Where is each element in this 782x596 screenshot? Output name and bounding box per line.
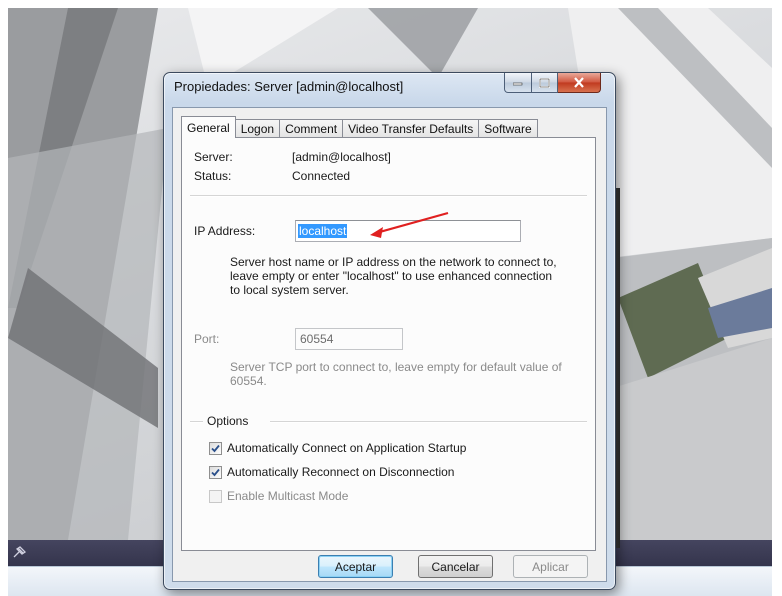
ok-button[interactable]: Aceptar — [318, 555, 393, 578]
port-label: Port: — [194, 332, 220, 346]
minimize-icon — [513, 82, 523, 85]
tab-strip: General Logon Comment Video Transfer Def… — [181, 116, 538, 138]
multicast-label: Enable Multicast Mode — [227, 489, 349, 503]
ip-address-label: IP Address: — [194, 224, 256, 238]
multicast-checkbox[interactable] — [209, 490, 222, 503]
maximize-button[interactable] — [532, 73, 558, 93]
divider — [190, 195, 587, 197]
port-value: 60554 — [300, 332, 334, 346]
port-input[interactable]: 60554 — [295, 328, 403, 350]
apply-button[interactable]: Aplicar — [513, 555, 588, 578]
tab-software[interactable]: Software — [478, 119, 538, 138]
tab-comment[interactable]: Comment — [279, 119, 344, 138]
general-tab-panel: Server: [admin@localhost] Status: Connec… — [181, 137, 596, 551]
status-value: Connected — [292, 169, 351, 183]
server-value: [admin@localhost] — [292, 150, 391, 164]
pin-icon[interactable] — [12, 545, 28, 559]
dialog-client-area: General Logon Comment Video Transfer Def… — [172, 107, 607, 582]
close-button[interactable] — [558, 73, 601, 93]
server-label: Server: — [194, 150, 233, 164]
options-line-left — [190, 421, 203, 423]
tab-logon[interactable]: Logon — [234, 119, 281, 138]
auto-reconnect-checkbox[interactable] — [209, 466, 222, 479]
maximize-icon — [539, 77, 550, 88]
checkmark-icon — [211, 444, 220, 453]
window-title: Propiedades: Server [admin@localhost] — [174, 79, 404, 94]
auto-connect-checkbox[interactable] — [209, 442, 222, 455]
tab-video-transfer-defaults[interactable]: Video Transfer Defaults — [342, 119, 480, 138]
checkmark-icon — [211, 468, 220, 477]
ip-address-description: Server host name or IP address on the ne… — [230, 255, 557, 297]
port-description: Server TCP port to connect to, leave emp… — [230, 360, 562, 388]
cancel-button[interactable]: Cancelar — [418, 555, 493, 578]
options-group-title: Options — [207, 414, 249, 428]
tab-general[interactable]: General — [181, 116, 236, 138]
red-arrow-icon — [370, 211, 449, 238]
ip-address-value: localhost — [298, 224, 348, 238]
options-line-right — [270, 421, 587, 423]
window-controls — [504, 73, 601, 93]
properties-dialog: Propiedades: Server [admin@localhost] Ge… — [163, 72, 616, 590]
auto-connect-label[interactable]: Automatically Connect on Application Sta… — [227, 441, 466, 455]
minimize-button[interactable] — [504, 73, 532, 93]
auto-reconnect-label[interactable]: Automatically Reconnect on Disconnection — [227, 465, 454, 479]
status-label: Status: — [194, 169, 232, 183]
close-icon — [574, 77, 584, 88]
